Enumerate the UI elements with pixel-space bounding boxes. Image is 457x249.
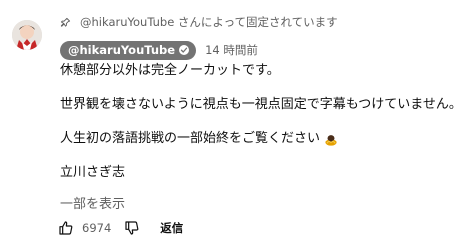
author-name: @hikaruYouTube [68, 43, 176, 57]
comment-header: @hikaruYouTube 14 時間前 [60, 40, 258, 60]
pinned-indicator: @hikaruYouTube さんによって固定されています [60, 14, 338, 30]
avatar-image [12, 20, 42, 50]
comment-line-text: 人生初の落語挑戦の一部始終をご覧ください [60, 131, 321, 146]
author-handle[interactable]: @hikaruYouTube [60, 40, 197, 60]
thumbs-up-icon[interactable] [58, 220, 74, 236]
like-count: 6974 [82, 221, 112, 235]
avatar[interactable] [12, 20, 42, 50]
timestamp[interactable]: 14 時間前 [205, 42, 258, 58]
reply-button[interactable]: 返信 [160, 220, 183, 236]
comment-text: 休憩部分以外は完全ノーカットです。 世界観を壊さないように視点も一視点固定で字幕… [60, 63, 457, 181]
thumbs-down-icon[interactable] [124, 220, 140, 236]
comment-line: 立川さぎ志 [60, 165, 126, 180]
bowing-person-emoji [325, 135, 337, 146]
show-more-link[interactable]: 一部を表示 [60, 193, 125, 212]
verified-check-icon [179, 45, 190, 55]
comment-actions: 6974 返信 [58, 220, 183, 236]
comment-line: 人生初の落語挑戦の一部始終をご覧ください [60, 131, 457, 147]
pin-icon [60, 17, 71, 27]
pinned-text: @hikaruYouTube さんによって固定されています [80, 15, 338, 29]
comment-line: 休憩部分以外は完全ノーカットです。 [60, 63, 280, 78]
comment-line: 世界観を壊さないように視点も一視点固定で字幕もつけていません。 [60, 97, 457, 112]
